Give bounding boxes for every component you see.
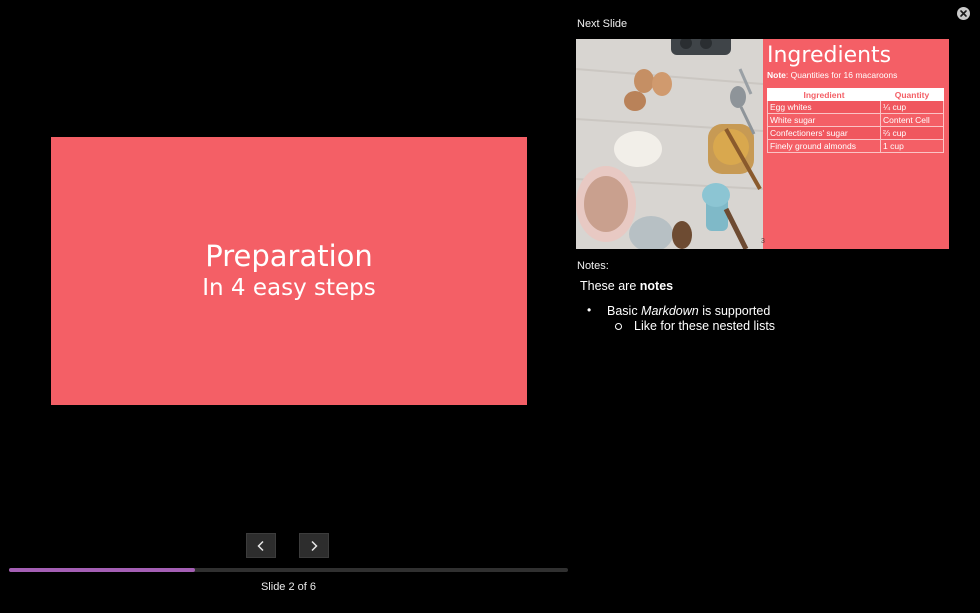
ingredients-table: Ingredient Quantity Egg whites ¼ cup Whi…	[767, 88, 944, 153]
chevron-left-icon	[257, 540, 264, 551]
chevron-right-icon	[311, 540, 318, 551]
table-row: White sugar Content Cell	[767, 113, 944, 127]
next-slide-label: Next Slide	[577, 18, 628, 30]
next-slide-content: Ingredients Note: Quantities for 16 maca…	[767, 43, 945, 153]
next-slide-note: Note: Quantities for 16 macaroons	[767, 70, 945, 80]
close-button[interactable]	[957, 7, 970, 20]
list-item-text-suffix: is supported	[698, 304, 771, 318]
table-cell: 1 cup	[880, 139, 944, 153]
table-cell: Content Cell	[880, 113, 944, 127]
next-slide-page-number: 3	[761, 238, 765, 245]
next-slide-button[interactable]	[299, 533, 329, 558]
table-header-row: Ingredient Quantity	[767, 88, 944, 101]
table-cell: White sugar	[767, 113, 881, 127]
table-header: Quantity	[880, 88, 944, 101]
table-cell: ⅔ cup	[880, 126, 944, 140]
note-text: : Quantities for 16 macaroons	[785, 70, 898, 80]
next-slide-title: Ingredients	[767, 43, 892, 68]
table-row: Egg whites ¼ cup	[767, 100, 944, 114]
note-bold: Note	[767, 70, 786, 80]
ingredients-photo	[576, 39, 763, 249]
speaker-notes: These are notes Basic Markdown is suppor…	[580, 279, 960, 333]
table-cell: Finely ground almonds	[767, 139, 881, 153]
list-item: Basic Markdown is supported	[580, 303, 960, 318]
progress-bar	[9, 568, 568, 572]
table-cell: ¼ cup	[880, 100, 944, 114]
table-row: Finely ground almonds 1 cup	[767, 139, 944, 153]
table-row: Confectioners' sugar ⅔ cup	[767, 126, 944, 140]
slide-title: Preparation	[205, 239, 373, 273]
notes-label: Notes:	[577, 260, 609, 272]
list-item-text: Basic	[607, 304, 642, 318]
notes-paragraph: These are notes	[580, 279, 960, 293]
nested-list-item: Like for these nested lists	[580, 319, 960, 333]
progress-fill	[9, 568, 196, 572]
previous-slide-button[interactable]	[246, 533, 276, 558]
close-icon	[960, 10, 967, 17]
slide-counter: Slide 2 of 6	[260, 581, 317, 593]
list-item-italic: Markdown	[641, 304, 699, 318]
table-header: Ingredient	[767, 88, 881, 101]
current-slide: Preparation In 4 easy steps	[51, 137, 527, 405]
table-cell: Egg whites	[767, 100, 881, 114]
notes-list: Basic Markdown is supported Like for the…	[580, 303, 960, 333]
slide-subtitle: In 4 easy steps	[202, 275, 376, 301]
notes-text: These are	[580, 279, 640, 293]
next-slide-preview[interactable]: Ingredients Note: Quantities for 16 maca…	[576, 39, 949, 249]
notes-bold: notes	[639, 279, 674, 293]
table-cell: Confectioners' sugar	[767, 126, 881, 140]
